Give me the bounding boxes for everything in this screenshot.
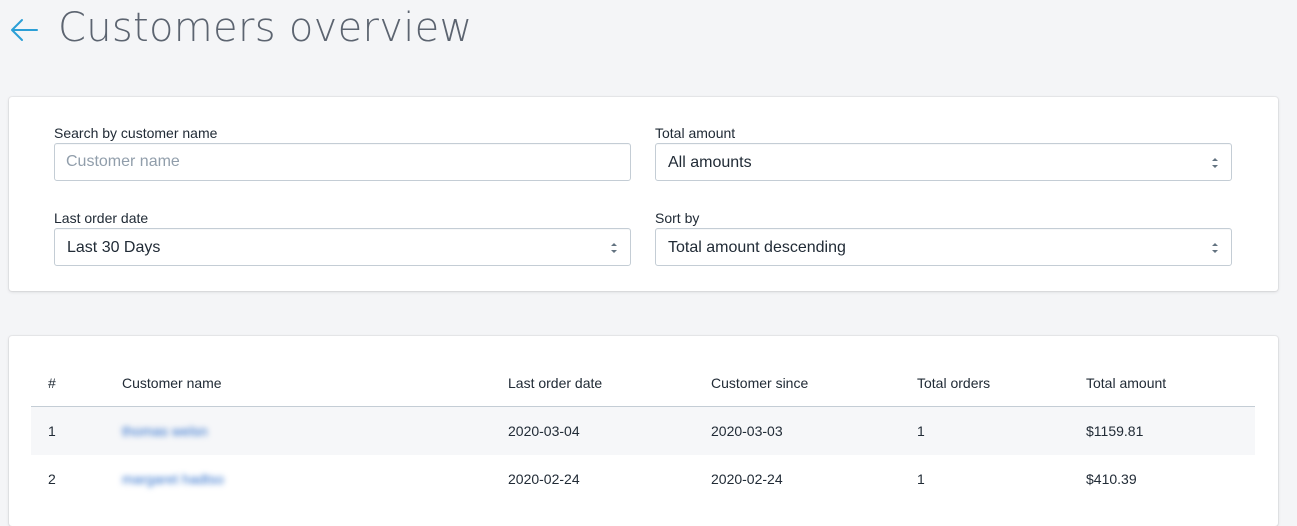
search-input[interactable] bbox=[55, 144, 630, 180]
customer-name-link[interactable]: thomas welsn bbox=[122, 422, 208, 440]
column-header-customer-since[interactable]: Customer since bbox=[711, 374, 808, 392]
total-amount-label: Total amount bbox=[655, 125, 736, 141]
column-header-index[interactable]: # bbox=[48, 374, 56, 392]
total-orders-cell: 1 bbox=[917, 423, 925, 439]
select-arrows-icon bbox=[611, 243, 617, 253]
customer-since-cell: 2020-02-24 bbox=[711, 471, 783, 487]
sort-by-select[interactable]: Total amount descending bbox=[655, 228, 1232, 266]
last-order-date-value: Last 30 Days bbox=[67, 239, 161, 256]
last-order-date-label: Last order date bbox=[54, 210, 149, 226]
total-amount-cell: $1159.81 bbox=[1086, 423, 1144, 439]
last-order-date-cell: 2020-02-24 bbox=[508, 471, 580, 487]
page-header: Customers overview bbox=[0, 0, 1297, 60]
row-index: 2 bbox=[48, 471, 56, 487]
column-header-customer-name[interactable]: Customer name bbox=[122, 374, 222, 392]
last-order-date-cell: 2020-03-04 bbox=[508, 423, 580, 439]
table-row: 2 margaret hadtso 2020-02-24 2020-02-24 … bbox=[31, 455, 1255, 503]
total-amount-value: All amounts bbox=[668, 154, 752, 171]
table-row: 1 thomas welsn 2020-03-04 2020-03-03 1 $… bbox=[31, 407, 1255, 455]
search-label: Search by customer name bbox=[54, 125, 218, 141]
back-arrow-icon[interactable] bbox=[8, 14, 40, 46]
customer-since-cell: 2020-03-03 bbox=[711, 423, 783, 439]
customers-table-card: # Customer name Last order date Customer… bbox=[9, 336, 1278, 526]
search-field bbox=[54, 143, 631, 181]
column-header-total-amount[interactable]: Total amount bbox=[1086, 374, 1166, 392]
page-title: Customers overview bbox=[58, 5, 473, 51]
total-orders-cell: 1 bbox=[917, 471, 925, 487]
sort-by-value: Total amount descending bbox=[668, 239, 846, 256]
filters-card: Search by customer name Total amount All… bbox=[9, 97, 1278, 291]
total-amount-select[interactable]: All amounts bbox=[655, 143, 1232, 181]
customer-name-link[interactable]: margaret hadtso bbox=[122, 470, 224, 488]
column-header-total-orders[interactable]: Total orders bbox=[917, 374, 990, 392]
sort-by-label: Sort by bbox=[655, 210, 700, 226]
select-arrows-icon bbox=[1212, 158, 1218, 168]
last-order-date-select[interactable]: Last 30 Days bbox=[54, 228, 631, 266]
total-amount-cell: $410.39 bbox=[1086, 471, 1137, 487]
row-index: 1 bbox=[48, 423, 56, 439]
select-arrows-icon bbox=[1212, 243, 1218, 253]
column-header-last-order-date[interactable]: Last order date bbox=[508, 374, 602, 392]
